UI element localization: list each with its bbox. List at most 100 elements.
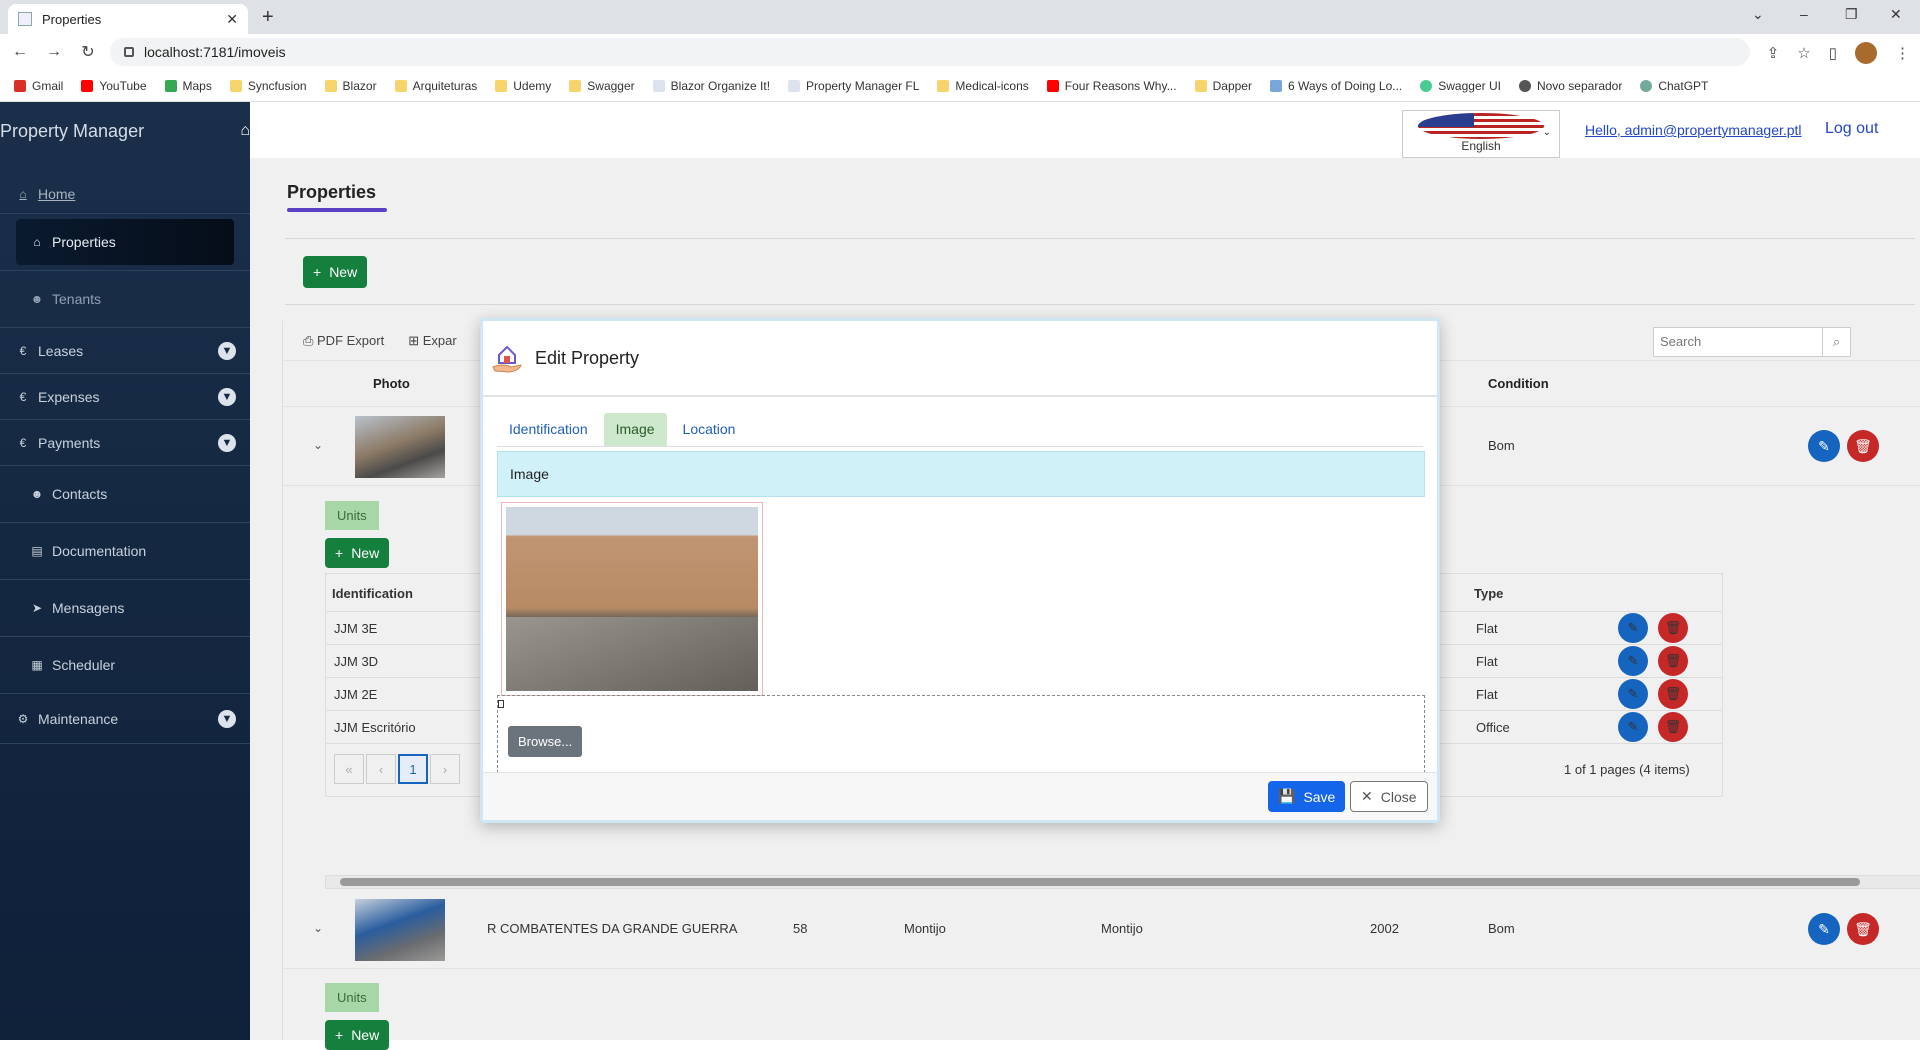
language-select[interactable]: English ⌄ [1402,110,1560,158]
bookmark-folder[interactable]: Swagger [569,79,635,93]
edit-button[interactable]: ✎ [1618,712,1648,742]
prev-page-button[interactable]: ‹ [366,754,396,784]
address-bar[interactable]: localhost:7181/imoveis [110,38,1750,66]
sidebar-item-payments[interactable]: € Payments ▼ [0,420,250,466]
edit-button[interactable]: ✎ [1808,913,1840,945]
bookmark-gmail[interactable]: Gmail [14,79,63,93]
bookmark-label: Four Reasons Why... [1064,78,1177,93]
edit-button[interactable]: ✎ [1618,646,1648,676]
edit-button[interactable]: ✎ [1808,430,1840,462]
delete-button[interactable]: 🗑 [1847,430,1879,462]
home-icon[interactable]: ⌂ [240,122,250,140]
delete-button[interactable]: 🗑 [1847,913,1879,945]
expand-icon[interactable]: ▼ [218,341,236,360]
column-header-photo[interactable]: Photo [373,376,410,391]
edit-button[interactable]: ✎ [1618,679,1648,709]
bookmark-page[interactable]: Blazor Organize It! [652,79,770,93]
edit-button[interactable]: ✎ [1618,613,1648,643]
column-header-condition[interactable]: Condition [1488,376,1549,391]
next-page-button[interactable]: › [430,754,460,784]
url-text: localhost:7181/imoveis [144,44,286,60]
sidebar-item-contacts[interactable]: ☻ Contacts [0,466,250,523]
bookmark-page[interactable]: 6 Ways of Doing Lo... [1269,79,1402,93]
close-tab-icon[interactable]: ✕ [226,11,238,28]
sidebar-item-leases[interactable]: € Leases ▼ [0,328,250,374]
share-icon[interactable]: ⇪ [1767,44,1780,62]
close-window-icon[interactable]: ✕ [1890,6,1902,23]
browse-button[interactable]: Browse... [508,726,583,757]
bookmark-maps[interactable]: Maps [164,79,212,93]
new-property-button[interactable]: + New [303,256,368,288]
chevron-down-icon[interactable]: ⌄ [313,438,323,452]
bookmark-folder[interactable]: Arquiteturas [394,79,477,93]
expand-icon[interactable]: ▼ [218,433,236,452]
chevron-down-icon[interactable]: ⌄ [313,921,323,935]
tab-title: Properties [42,11,102,27]
horizontal-scrollbar[interactable] [325,875,1920,889]
sidebar-item-home[interactable]: ⌂ Home [0,160,250,214]
tab-identification[interactable]: Identification [497,413,600,446]
bookmark-youtube[interactable]: YouTube [81,79,147,93]
sidebar-item-tenants[interactable]: ☻ Tenants [0,271,250,328]
bookmark-swagger[interactable]: Swagger UI [1420,79,1501,93]
sidebar-item-documentation[interactable]: ▤ Documentation [0,523,250,580]
bookmark-new-tab[interactable]: Novo separador [1518,79,1622,93]
sidebar-item-scheduler[interactable]: ▦ Scheduler [0,637,250,694]
back-icon[interactable]: ← [6,43,34,61]
tab-image[interactable]: Image [603,413,667,446]
tab-units[interactable]: Units [325,501,379,530]
logout-link[interactable]: Log out [1825,120,1878,138]
scrollbar-thumb[interactable] [340,878,1860,886]
bookmark-page[interactable]: Property Manager FL [788,79,919,93]
column-header-type[interactable]: Type [1474,586,1503,601]
cell-identification: JJM Escritório [334,720,416,735]
delete-button[interactable]: 🗑 [1658,679,1688,709]
bookmark-folder[interactable]: Udemy [495,79,551,93]
delete-button[interactable]: 🗑 [1658,613,1688,643]
search-icon[interactable]: ⌕ [1822,328,1850,356]
page-number-button[interactable]: 1 [398,754,428,784]
close-button[interactable]: ✕ Close [1350,781,1428,812]
expand-button[interactable]: ⊞ Expar [408,333,456,349]
sidebar-item-expenses[interactable]: € Expenses ▼ [0,374,250,420]
delete-button[interactable]: 🗑 [1658,712,1688,742]
sidebar-item-maintenance[interactable]: ⚙ Maintenance ▼ [0,694,250,744]
expand-icon[interactable]: ▼ [218,709,236,728]
browser-tab[interactable]: Properties ✕ [8,4,248,34]
table-row[interactable]: ⌄ R COMBATENTES DA GRANDE GUERRA 58 Mont… [283,891,1920,969]
restore-icon[interactable]: ❐ [1845,6,1858,23]
first-page-button[interactable]: « [334,754,364,784]
bookmark-folder[interactable]: Blazor [324,79,377,93]
expand-icon[interactable]: ▼ [218,387,236,406]
bookmark-folder[interactable]: Syncfusion [229,79,307,93]
bookmark-folder[interactable]: Medical-icons [937,79,1029,93]
tab-search-icon[interactable]: ⌄ [1752,6,1764,23]
sidebar-item-mensagens[interactable]: ➤ Mensagens [0,580,250,637]
column-header-identification[interactable]: Identification [332,586,413,601]
tab-location[interactable]: Location [671,413,748,446]
bookmark-folder[interactable]: Dapper [1194,79,1252,93]
forward-icon[interactable]: → [40,43,68,61]
new-tab-icon[interactable]: + [262,6,274,29]
file-upload-dropzone[interactable]: Browse... [497,695,1425,773]
sidebar-item-properties[interactable]: ⌂ Properties [0,214,250,271]
tab-units[interactable]: Units [325,983,379,1012]
new-unit-button[interactable]: + New [325,1020,390,1050]
bookmark-youtube[interactable]: Four Reasons Why... [1046,78,1177,93]
sidebar: Property Manager ⌂ ⌂ Home ⌂ Properties ☻ Te… [0,102,250,1040]
minimize-icon[interactable]: – [1800,6,1808,22]
reload-icon[interactable]: ↻ [74,42,102,62]
bookmark-chatgpt[interactable]: ChatGPT [1640,79,1708,93]
delete-button[interactable]: 🗑 [1658,646,1688,676]
menu-icon[interactable]: ⋮ [1895,44,1910,62]
send-icon: ➤ [31,601,43,615]
pdf-export-button[interactable]: ⎙ PDF Export [303,333,384,349]
user-account-link[interactable]: Hello, admin@propertymanager.ptl [1585,122,1802,138]
side-panel-icon[interactable]: ▯ [1829,44,1837,62]
page-title: Properties [287,182,377,202]
save-button[interactable]: 💾 Save [1268,781,1346,812]
new-unit-button[interactable]: + New [325,538,390,568]
profile-avatar[interactable] [1855,42,1877,64]
star-icon[interactable]: ☆ [1797,44,1810,62]
search-input[interactable]: Search ⌕ [1653,327,1851,357]
